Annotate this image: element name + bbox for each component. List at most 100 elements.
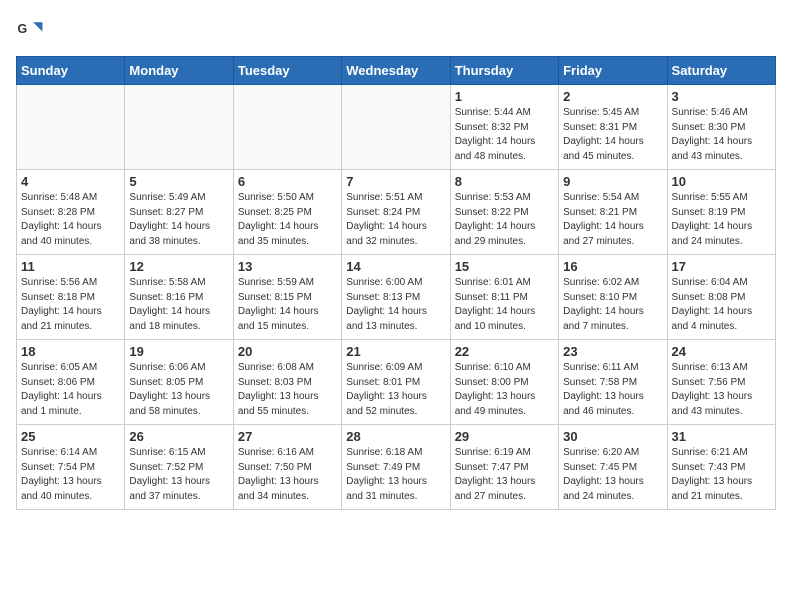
day-cell: [125, 85, 233, 170]
day-cell: 29Sunrise: 6:19 AM Sunset: 7:47 PM Dayli…: [450, 425, 558, 510]
day-cell: 21 Sunrise: 6:09 AM Sunset: 8:01 PM Dayli…: [342, 340, 450, 425]
day-number: 26: [129, 429, 228, 444]
day-cell: 19 Sunrise: 6:06 AM Sunset: 8:05 PM Dayli…: [125, 340, 233, 425]
day-info: Sunrise: 5:45 AM Sunset: 8:31 PM Dayligh…: [563, 106, 662, 164]
col-header-thursday: Thursday: [450, 57, 558, 85]
logo: G: [16, 16, 48, 44]
day-number: 23: [563, 344, 662, 359]
day-info: Sunrise: 5:58 AM Sunset: 8:16 PM Dayligh…: [129, 276, 228, 334]
day-info: Sunrise: 5:51 AM Sunset: 8:24 PM Dayligh…: [346, 191, 445, 249]
day-cell: 24Sunrise: 6:13 AM Sunset: 7:56 PM Dayli…: [667, 340, 775, 425]
day-info: Sunrise: 6:06 AM Sunset: 8:05 PM Dayligh…: [129, 361, 228, 419]
day-info: Sunrise: 5:46 AM Sunset: 8:30 PM Dayligh…: [672, 106, 771, 164]
day-number: 7: [346, 174, 445, 189]
day-cell: 23 Sunrise: 6:11 AM Sunset: 7:58 PM Dayli…: [559, 340, 667, 425]
day-number: 13: [238, 259, 337, 274]
day-number: 1: [455, 89, 554, 104]
logo-icon: G: [16, 16, 44, 44]
day-info: Sunrise: 5:53 AM Sunset: 8:22 PM Dayligh…: [455, 191, 554, 249]
day-cell: 12 Sunrise: 5:58 AM Sunset: 8:16 PM Dayli…: [125, 255, 233, 340]
day-number: 3: [672, 89, 771, 104]
day-number: 21: [346, 344, 445, 359]
col-header-wednesday: Wednesday: [342, 57, 450, 85]
day-info: Sunrise: 5:44 AM Sunset: 8:32 PM Dayligh…: [455, 106, 554, 164]
day-info: Sunrise: 5:59 AM Sunset: 8:15 PM Dayligh…: [238, 276, 337, 334]
day-number: 28: [346, 429, 445, 444]
day-number: 31: [672, 429, 771, 444]
svg-text:G: G: [18, 22, 28, 36]
day-cell: 16 Sunrise: 6:02 AM Sunset: 8:10 PM Dayli…: [559, 255, 667, 340]
day-info: Sunrise: 6:13 AM Sunset: 7:56 PM Dayligh…: [672, 361, 771, 419]
day-cell: 13 Sunrise: 5:59 AM Sunset: 8:15 PM Dayli…: [233, 255, 341, 340]
header: G: [16, 16, 776, 44]
day-info: Sunrise: 6:09 AM Sunset: 8:01 PM Dayligh…: [346, 361, 445, 419]
day-number: 12: [129, 259, 228, 274]
week-row-3: 11Sunrise: 5:56 AM Sunset: 8:18 PM Dayli…: [17, 255, 776, 340]
day-number: 14: [346, 259, 445, 274]
col-header-tuesday: Tuesday: [233, 57, 341, 85]
day-cell: 18 Sunrise: 6:05 AM Sunset: 8:06 PM Dayli…: [17, 340, 125, 425]
col-header-saturday: Saturday: [667, 57, 775, 85]
day-cell: 26 Sunrise: 6:15 AM Sunset: 7:52 PM Dayli…: [125, 425, 233, 510]
day-info: Sunrise: 6:11 AM Sunset: 7:58 PM Dayligh…: [563, 361, 662, 419]
day-cell: 9 Sunrise: 5:54 AM Sunset: 8:21 PM Daylig…: [559, 170, 667, 255]
day-info: Sunrise: 6:01 AM Sunset: 8:11 PM Dayligh…: [455, 276, 554, 334]
day-info: Sunrise: 5:56 AM Sunset: 8:18 PM Dayligh…: [21, 276, 120, 334]
day-cell: [342, 85, 450, 170]
day-info: Sunrise: 6:02 AM Sunset: 8:10 PM Dayligh…: [563, 276, 662, 334]
day-info: Sunrise: 6:00 AM Sunset: 8:13 PM Dayligh…: [346, 276, 445, 334]
day-cell: 31 Sunrise: 6:21 AM Sunset: 7:43 PM Dayli…: [667, 425, 775, 510]
week-row-4: 18 Sunrise: 6:05 AM Sunset: 8:06 PM Dayli…: [17, 340, 776, 425]
day-info: Sunrise: 6:16 AM Sunset: 7:50 PM Dayligh…: [238, 446, 337, 504]
day-number: 18: [21, 344, 120, 359]
day-number: 5: [129, 174, 228, 189]
day-number: 27: [238, 429, 337, 444]
day-info: Sunrise: 5:48 AM Sunset: 8:28 PM Dayligh…: [21, 191, 120, 249]
day-number: 30: [563, 429, 662, 444]
day-info: Sunrise: 6:04 AM Sunset: 8:08 PM Dayligh…: [672, 276, 771, 334]
day-cell: 28Sunrise: 6:18 AM Sunset: 7:49 PM Dayli…: [342, 425, 450, 510]
day-info: Sunrise: 5:54 AM Sunset: 8:21 PM Dayligh…: [563, 191, 662, 249]
day-info: Sunrise: 6:15 AM Sunset: 7:52 PM Dayligh…: [129, 446, 228, 504]
day-cell: 8 Sunrise: 5:53 AM Sunset: 8:22 PM Daylig…: [450, 170, 558, 255]
day-cell: 14 Sunrise: 6:00 AM Sunset: 8:13 PM Dayli…: [342, 255, 450, 340]
day-cell: [17, 85, 125, 170]
week-row-1: 1 Sunrise: 5:44 AM Sunset: 8:32 PM Daylig…: [17, 85, 776, 170]
day-cell: 20 Sunrise: 6:08 AM Sunset: 8:03 PM Dayli…: [233, 340, 341, 425]
day-cell: 3 Sunrise: 5:46 AM Sunset: 8:30 PM Daylig…: [667, 85, 775, 170]
day-number: 19: [129, 344, 228, 359]
day-cell: 15 Sunrise: 6:01 AM Sunset: 8:11 PM Dayli…: [450, 255, 558, 340]
day-number: 25: [21, 429, 120, 444]
day-cell: 6 Sunrise: 5:50 AM Sunset: 8:25 PM Daylig…: [233, 170, 341, 255]
day-number: 9: [563, 174, 662, 189]
day-cell: 7 Sunrise: 5:51 AM Sunset: 8:24 PM Daylig…: [342, 170, 450, 255]
day-number: 22: [455, 344, 554, 359]
day-info: Sunrise: 6:21 AM Sunset: 7:43 PM Dayligh…: [672, 446, 771, 504]
day-number: 20: [238, 344, 337, 359]
header-row: SundayMondayTuesdayWednesdayThursdayFrid…: [17, 57, 776, 85]
day-cell: 11Sunrise: 5:56 AM Sunset: 8:18 PM Dayli…: [17, 255, 125, 340]
day-number: 15: [455, 259, 554, 274]
day-cell: 30Sunrise: 6:20 AM Sunset: 7:45 PM Dayli…: [559, 425, 667, 510]
day-number: 16: [563, 259, 662, 274]
day-info: Sunrise: 6:05 AM Sunset: 8:06 PM Dayligh…: [21, 361, 120, 419]
week-row-5: 25Sunrise: 6:14 AM Sunset: 7:54 PM Dayli…: [17, 425, 776, 510]
day-number: 8: [455, 174, 554, 189]
col-header-sunday: Sunday: [17, 57, 125, 85]
day-number: 29: [455, 429, 554, 444]
col-header-monday: Monday: [125, 57, 233, 85]
day-cell: 27 Sunrise: 6:16 AM Sunset: 7:50 PM Dayli…: [233, 425, 341, 510]
day-cell: 1 Sunrise: 5:44 AM Sunset: 8:32 PM Daylig…: [450, 85, 558, 170]
day-cell: 5 Sunrise: 5:49 AM Sunset: 8:27 PM Daylig…: [125, 170, 233, 255]
day-number: 6: [238, 174, 337, 189]
day-number: 2: [563, 89, 662, 104]
day-number: 4: [21, 174, 120, 189]
day-info: Sunrise: 6:08 AM Sunset: 8:03 PM Dayligh…: [238, 361, 337, 419]
day-cell: [233, 85, 341, 170]
day-info: Sunrise: 5:49 AM Sunset: 8:27 PM Dayligh…: [129, 191, 228, 249]
day-number: 17: [672, 259, 771, 274]
day-cell: 10Sunrise: 5:55 AM Sunset: 8:19 PM Dayli…: [667, 170, 775, 255]
day-number: 10: [672, 174, 771, 189]
calendar-table: SundayMondayTuesdayWednesdayThursdayFrid…: [16, 56, 776, 510]
day-info: Sunrise: 5:50 AM Sunset: 8:25 PM Dayligh…: [238, 191, 337, 249]
